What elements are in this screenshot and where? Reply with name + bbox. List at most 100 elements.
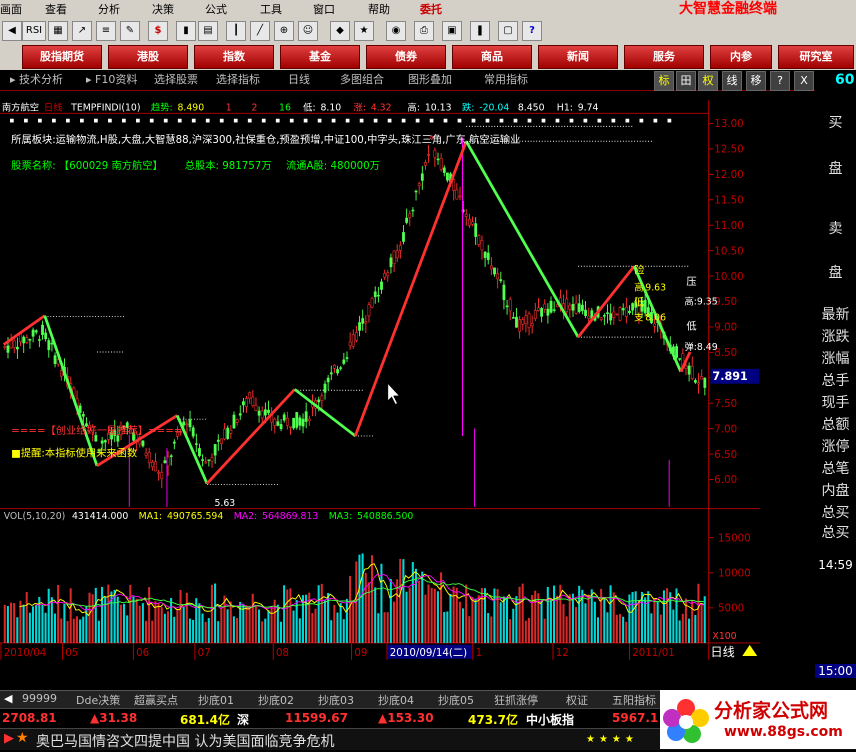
nav-service-button[interactable]: 服务 <box>624 45 704 69</box>
top-mark: ▪ <box>513 116 518 125</box>
tab-bottom-05[interactable]: 抄底05 <box>438 692 474 708</box>
tab-bottom-03[interactable]: 抄底03 <box>318 692 354 708</box>
period-indicator[interactable]: 日线 <box>711 645 735 659</box>
candle-body <box>546 308 550 316</box>
move-button[interactable]: 移 <box>746 71 766 91</box>
candle-body <box>489 265 493 270</box>
volume-bar <box>69 588 72 643</box>
top-mark: ▪ <box>415 116 420 125</box>
nav-commodity-button[interactable]: 商品 <box>452 45 532 69</box>
nav-futures-button[interactable]: 股指期货 <box>22 45 102 69</box>
nav-research-button[interactable]: 研究室 <box>778 45 854 69</box>
multi-chart-tab[interactable]: 多图组合 <box>340 72 384 88</box>
help-button[interactable]: ? <box>770 71 790 91</box>
candle-icon[interactable]: ┃ <box>226 21 246 41</box>
volume-bar <box>694 615 697 643</box>
nav-fund-button[interactable]: 基金 <box>280 45 360 69</box>
tab-99999[interactable]: 99999 <box>22 692 57 705</box>
ruler-icon[interactable]: ✎ <box>120 21 140 41</box>
select-indicator-tab[interactable]: 选择指标 <box>216 72 260 88</box>
mark-button[interactable]: 标 <box>654 71 674 91</box>
volume-bar <box>232 616 235 643</box>
nav-insider-button[interactable]: 内参 <box>710 45 772 69</box>
news-star-icon: ★ <box>16 730 29 746</box>
tab-buy-point[interactable]: 超赢买点 <box>134 692 178 708</box>
news-headline[interactable]: 奥巴马国情咨文四提中国 认为美国面临竞争危机 <box>36 731 334 751</box>
nav-index-button[interactable]: 指数 <box>194 45 274 69</box>
price-chart[interactable]: ▪ ▪ ▪ ▪ ▪ ▪ ▪ ▪ ▪ ▪ ▪ ▪ ▪ ▪ ▪ ▪ ▪ ▪ ▪ ▪ ▪ ▪ ▪ ▪ ▪ ▪ ▪ ▪ ▪ ▪ ▪ ▪ ▪ ▪ ▪ ▪ ▪ ▪ ▪ ▪… <box>0 90 760 670</box>
daily-tab[interactable]: 日线 <box>288 72 310 88</box>
globe-icon[interactable]: ◉ <box>386 21 406 41</box>
window-icon[interactable]: ▣ <box>442 21 462 41</box>
bars-icon[interactable]: ▮ <box>176 21 196 41</box>
diamond-icon[interactable]: ◆ <box>330 21 350 41</box>
f10-tab[interactable]: ▸ F10资料 <box>86 72 137 88</box>
candle-body <box>555 304 559 308</box>
grid-button[interactable]: 田 <box>676 71 696 91</box>
volume-bar <box>13 603 16 643</box>
volume-bar <box>107 584 110 643</box>
dollar-icon[interactable]: $ <box>148 21 168 41</box>
book-icon[interactable]: ❚ <box>470 21 490 41</box>
rsi-icon[interactable]: RSI <box>22 21 46 41</box>
candle-body <box>245 398 248 407</box>
star-icon[interactable]: ★ <box>354 21 374 41</box>
tech-analysis-tab[interactable]: ▸ 技术分析 <box>10 72 63 88</box>
danger-label: 险 <box>634 264 645 277</box>
menu-window[interactable]: 窗口 <box>313 1 335 17</box>
tab-bottom-01[interactable]: 抄底01 <box>198 692 234 708</box>
menu-help[interactable]: 帮助 <box>368 1 390 17</box>
menu-analysis[interactable]: 分析 <box>98 1 120 17</box>
help-icon[interactable]: ? <box>522 21 542 41</box>
quote-total-trades: 总笔 <box>821 461 850 477</box>
candle-body <box>367 304 371 317</box>
common-indicators-tab[interactable]: 常用指标 <box>484 72 528 88</box>
candle-body <box>373 291 377 298</box>
period-up-arrow-icon[interactable] <box>742 644 758 657</box>
grid-icon[interactable]: ▦ <box>48 21 68 41</box>
tab-bottom-02[interactable]: 抄底02 <box>258 692 294 708</box>
tab-five-yang[interactable]: 五阳指标 <box>612 692 656 708</box>
person-icon[interactable]: ☺ <box>298 21 318 41</box>
quote-latest: 最新 <box>821 307 850 323</box>
info-rise-label: 涨: <box>354 103 366 114</box>
candle-body <box>28 339 32 341</box>
menu-screen[interactable]: 画面 <box>0 1 22 17</box>
top-mark: ▪ <box>359 116 364 125</box>
nav-news-button[interactable]: 新闻 <box>538 45 618 69</box>
nav-hk-button[interactable]: 港股 <box>108 45 188 69</box>
line-button[interactable]: 线 <box>722 71 742 91</box>
candle-body <box>323 383 327 393</box>
volume-bar <box>10 602 13 643</box>
line-icon[interactable]: ╱ <box>250 21 270 41</box>
rights-button[interactable]: 权 <box>698 71 718 91</box>
stack-icon[interactable]: ▤ <box>198 21 218 41</box>
candle-body <box>298 417 302 426</box>
box-icon[interactable]: ▢ <box>498 21 518 41</box>
top-mark: ▪ <box>163 116 168 125</box>
printer-icon[interactable]: ⎙ <box>414 21 434 41</box>
tab-dde[interactable]: Dde决策 <box>76 692 120 708</box>
close-button[interactable]: X <box>794 71 814 91</box>
volume-bar <box>270 605 273 643</box>
list-icon[interactable]: ≡ <box>96 21 116 41</box>
tab-limit-up[interactable]: 狂抓涨停 <box>494 692 538 708</box>
nav-bond-button[interactable]: 债券 <box>366 45 446 69</box>
menu-decision[interactable]: 决策 <box>152 1 174 17</box>
menu-tools[interactable]: 工具 <box>260 1 282 17</box>
info-trend-label: 趋势: <box>151 102 173 114</box>
volume-bar <box>499 602 502 643</box>
overlay-tab[interactable]: 图形叠加 <box>408 72 452 88</box>
tab-warrant[interactable]: 权证 <box>566 692 588 708</box>
menu-trade[interactable]: 委托 <box>420 1 442 17</box>
tab-bottom-04[interactable]: 抄底04 <box>378 692 414 708</box>
menu-view[interactable]: 查看 <box>45 1 67 17</box>
candle-body <box>505 305 509 308</box>
tab-nav-left-icon[interactable]: ◀ <box>4 692 12 705</box>
zoom-icon[interactable]: ⊕ <box>274 21 294 41</box>
chart-icon[interactable]: ↗ <box>72 21 92 41</box>
candle-body <box>439 157 443 170</box>
select-stock-tab[interactable]: 选择股票 <box>154 72 198 88</box>
back-icon[interactable]: ◀ <box>2 21 22 41</box>
menu-formula[interactable]: 公式 <box>205 1 227 17</box>
